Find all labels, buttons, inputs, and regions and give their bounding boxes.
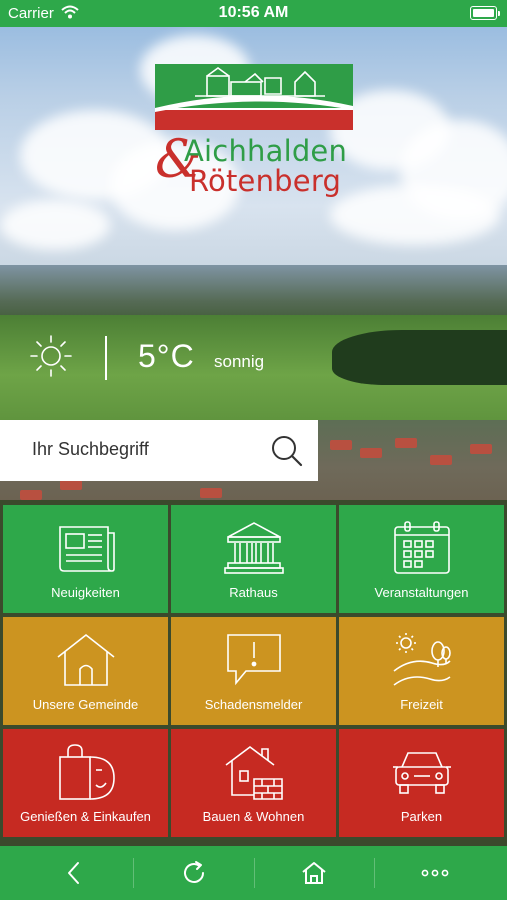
battery-icon — [470, 6, 500, 20]
reload-icon[interactable] — [164, 854, 224, 892]
logo-title-roetenberg: Rötenberg — [189, 164, 342, 198]
weather-temperature: 5°C — [138, 338, 195, 374]
alert-speech-icon — [224, 631, 284, 689]
tile-label: Rathaus — [229, 585, 278, 600]
tile-schadensmelder[interactable]: Schadensmelder — [171, 617, 336, 725]
menu-grid: Neuigkeiten Rathaus Veranstaltungen Unse… — [0, 505, 507, 838]
battery-level — [472, 8, 494, 17]
town-hall-icon — [223, 519, 284, 577]
tile-label: Parken — [400, 809, 443, 824]
tile-freizeit[interactable]: Freizeit — [339, 617, 504, 725]
weather-divider — [105, 336, 107, 380]
tile-neuigkeiten[interactable]: Neuigkeiten — [3, 505, 168, 613]
car-icon — [392, 743, 452, 801]
status-bar: Carrier 10:56 AM — [0, 0, 507, 27]
tile-label: Genießen & Einkaufen — [20, 809, 151, 824]
weather-widget[interactable]: 5°C sonnig — [30, 333, 300, 383]
tile-label: Veranstaltungen — [374, 585, 469, 600]
home-icon[interactable] — [284, 854, 344, 892]
tile-geniessen-einkaufen[interactable]: Genießen & Einkaufen — [3, 729, 168, 837]
sun-icon — [30, 333, 72, 379]
municipality-logo: & Aichhalden Rötenberg — [155, 64, 355, 198]
tile-label: Freizeit — [400, 697, 443, 712]
tile-parken[interactable]: Parken — [339, 729, 504, 837]
tile-rathaus[interactable]: Rathaus — [171, 505, 336, 613]
tile-label: Unsere Gemeinde — [32, 697, 139, 712]
nav-separator — [254, 858, 255, 888]
bottom-nav-bar — [0, 846, 507, 900]
tile-unsere-gemeinde[interactable]: Unsere Gemeinde — [3, 617, 168, 725]
tile-label: Neuigkeiten — [51, 585, 120, 600]
calendar-icon — [392, 519, 452, 577]
search-input[interactable] — [32, 439, 252, 460]
search-bar — [0, 420, 318, 481]
more-icon[interactable] — [405, 854, 465, 892]
tile-bauen-wohnen[interactable]: Bauen & Wohnen — [171, 729, 336, 837]
search-icon[interactable] — [270, 434, 304, 468]
building-icon — [224, 743, 284, 801]
nav-separator — [133, 858, 134, 888]
logo-title-aichhalden: Aichhalden — [184, 134, 348, 168]
back-icon[interactable] — [44, 854, 104, 892]
tile-veranstaltungen[interactable]: Veranstaltungen — [339, 505, 504, 613]
shopping-bag-icon — [56, 743, 116, 801]
nav-separator — [374, 858, 375, 888]
clock: 10:56 AM — [218, 4, 289, 21]
house-icon — [56, 631, 116, 689]
tile-label: Schadensmelder — [204, 697, 303, 712]
newspaper-icon — [56, 519, 116, 577]
landscape-icon — [392, 631, 452, 689]
weather-description: sonnig — [214, 352, 265, 371]
tile-label: Bauen & Wohnen — [202, 809, 305, 824]
